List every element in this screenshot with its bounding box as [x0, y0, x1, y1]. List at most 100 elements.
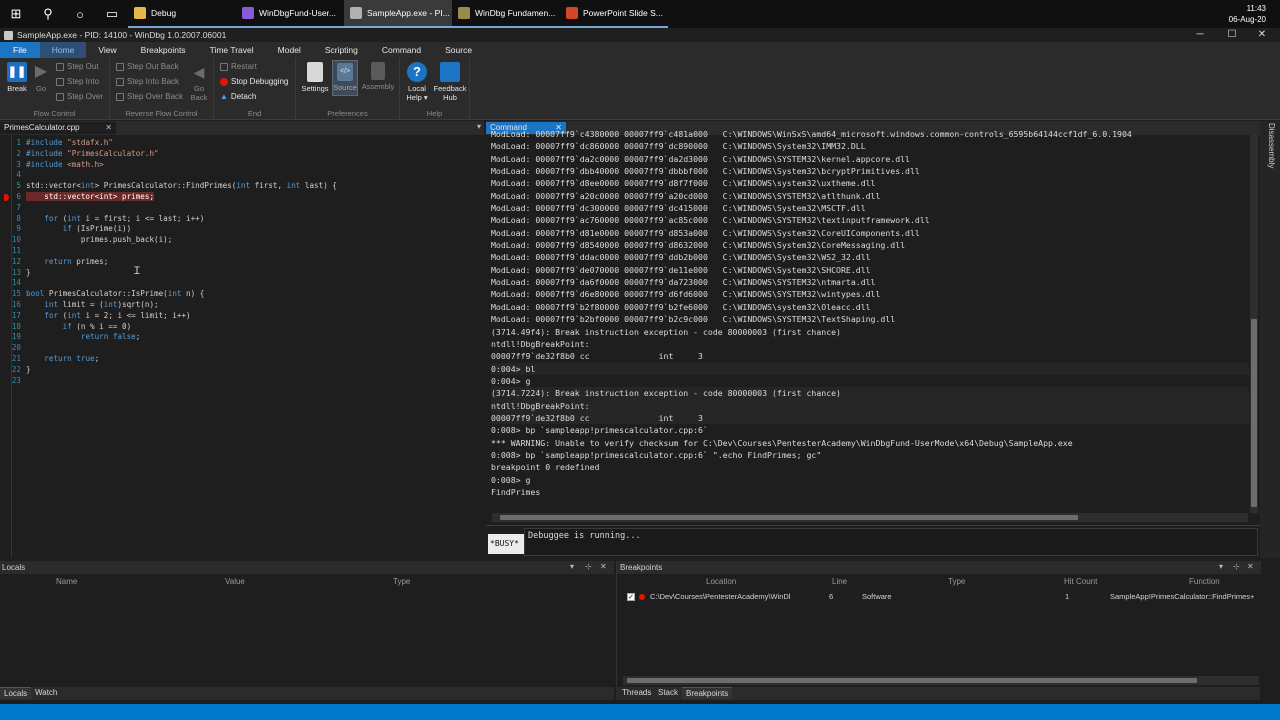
- feedback-hub-button[interactable]: Feedback Hub: [432, 62, 468, 102]
- taskbar-app-label: SampleApp.exe - PI...: [367, 8, 450, 18]
- tab-locals[interactable]: Locals: [0, 687, 32, 699]
- code-line[interactable]: 22}: [4, 365, 474, 376]
- break-button[interactable]: ❚❚ Break: [5, 62, 29, 93]
- taskbar-app-4[interactable]: PowerPoint Slide S...: [560, 0, 668, 28]
- locals-pin-icon[interactable]: ⊹: [585, 562, 592, 571]
- ribbon-tab-command[interactable]: Command: [370, 42, 433, 58]
- code-line[interactable]: 15 bool PrimesCalculator::IsPrime(int n) …: [4, 289, 474, 300]
- go-button[interactable]: ▶ Go: [31, 62, 51, 93]
- bp-col-function[interactable]: Function: [1189, 576, 1220, 588]
- tab-dropdown-icon[interactable]: ▾: [477, 122, 481, 131]
- code-line[interactable]: 8 for (int i = first; i <= last; i++): [4, 214, 474, 225]
- code-line[interactable]: 10 primes.push_back(i);: [4, 235, 474, 246]
- taskbar-app-2[interactable]: SampleApp.exe - PI...: [344, 0, 452, 28]
- code-line[interactable]: 7: [4, 203, 474, 214]
- close-tab-icon[interactable]: ✕: [105, 122, 112, 134]
- ribbon-tab-home[interactable]: Home: [39, 42, 87, 58]
- breakpoints-hscrollbar[interactable]: [623, 676, 1259, 685]
- code-line[interactable]: 5 std::vector<int> PrimesCalculator::Find…: [4, 181, 474, 192]
- breakpoint-enabled-checkbox[interactable]: ✓: [627, 593, 635, 601]
- ribbon-tab-source[interactable]: Source: [433, 42, 484, 58]
- step-out-back-button[interactable]: Step Out Back: [116, 62, 179, 71]
- command-vertical-scrollbar[interactable]: [1250, 135, 1258, 513]
- taskbar-app-3[interactable]: WinDbg Fundamen...: [452, 0, 560, 28]
- settings-button[interactable]: Settings: [300, 62, 330, 93]
- bp-col-hit-count[interactable]: Hit Count: [1064, 576, 1097, 588]
- windows-start-icon[interactable]: ⊞: [0, 0, 32, 28]
- code-line[interactable]: 2 #include "PrimesCalculator.h": [4, 149, 474, 160]
- locals-col-type[interactable]: Type: [393, 576, 410, 588]
- taskbar-app-1[interactable]: WinDbgFund-User...: [236, 0, 344, 28]
- stop-debugging-button[interactable]: Stop Debugging: [220, 77, 288, 86]
- bp-col-type[interactable]: Type: [948, 576, 965, 588]
- vscroll-thumb[interactable]: [1251, 319, 1257, 507]
- command-horizontal-scrollbar[interactable]: [492, 513, 1248, 522]
- maximize-icon[interactable]: ☐: [1218, 28, 1246, 42]
- hscroll-thumb[interactable]: [500, 515, 1078, 520]
- ribbon-tab-model[interactable]: Model: [266, 42, 313, 58]
- tab-stack[interactable]: Stack: [654, 687, 682, 699]
- breakpoint-row[interactable]: ✓ C:\Dev\Courses\PentesterAcademy\WinDbgF…: [617, 591, 1261, 603]
- tab-threads[interactable]: Threads: [618, 687, 655, 699]
- source-button[interactable]: </> Source: [332, 60, 358, 96]
- go-back-button[interactable]: ◀ Go Back: [188, 62, 210, 102]
- bp-col-line[interactable]: Line: [832, 576, 847, 588]
- ribbon-tab-view[interactable]: View: [86, 42, 128, 58]
- detach-button[interactable]: ▲ Detach: [220, 92, 256, 101]
- source-code-area[interactable]: 1 #include "stdafx.h" 2 #include "PrimesCal…: [4, 138, 474, 553]
- disassembly-side-tab[interactable]: Disassembly: [1264, 123, 1276, 183]
- assembly-button[interactable]: Assembly: [360, 62, 396, 91]
- source-file-tab[interactable]: PrimesCalculator.cpp ✕: [0, 122, 116, 134]
- tab-watch[interactable]: Watch: [31, 687, 61, 699]
- code-line[interactable]: 4: [4, 170, 474, 181]
- taskbar-clock[interactable]: 11:43 06-Aug-20: [1229, 3, 1266, 25]
- code-line[interactable]: 18 if (n % i == 0): [4, 322, 474, 333]
- code-line[interactable]: 14: [4, 278, 474, 289]
- ribbon-tab-breakpoints[interactable]: Breakpoints: [129, 42, 198, 58]
- step-out-label: Step Out: [67, 62, 99, 71]
- locals-close-icon[interactable]: ✕: [600, 562, 607, 571]
- breakpoints-close-icon[interactable]: ✕: [1247, 562, 1254, 571]
- command-output-line: ModLoad: 00007ff9`dc860000 00007ff9`dc89…: [491, 141, 866, 152]
- locals-col-value[interactable]: Value: [225, 576, 245, 588]
- taskbar-app-0[interactable]: Debug: [128, 0, 236, 28]
- code-line[interactable]: 9 if (IsPrime(i)): [4, 224, 474, 235]
- cortana-icon[interactable]: ○: [64, 0, 96, 28]
- minimize-icon[interactable]: ─: [1186, 28, 1214, 42]
- breakpoints-dropdown-icon[interactable]: ▾: [1219, 562, 1223, 571]
- restart-button[interactable]: Restart: [220, 62, 257, 71]
- code-line[interactable]: 13}: [4, 268, 474, 279]
- bp-col-location[interactable]: Location: [706, 576, 736, 588]
- code-line[interactable]: 23: [4, 376, 474, 387]
- code-line[interactable]: 12 return primes;: [4, 257, 474, 268]
- code-line[interactable]: 17 for (int i = 2; i <= limit; i++): [4, 311, 474, 322]
- task-view-icon[interactable]: ▭: [96, 0, 128, 28]
- code-line[interactable]: 20: [4, 343, 474, 354]
- step-into-button[interactable]: Step Into: [56, 77, 99, 86]
- breakpoints-pin-icon[interactable]: ⊹: [1233, 562, 1240, 571]
- command-output[interactable]: ModLoad: 00007ff9`c4380000 00007ff9`c481…: [491, 128, 1249, 512]
- locals-dropdown-icon[interactable]: ▾: [570, 562, 574, 571]
- search-icon[interactable]: ⚲: [32, 0, 64, 28]
- local-help-button[interactable]: ? Local Help ▾: [402, 62, 432, 102]
- bp-hscroll-thumb[interactable]: [627, 678, 1197, 683]
- step-out-button[interactable]: Step Out: [56, 62, 99, 71]
- ribbon-tab-scripting[interactable]: Scripting: [313, 42, 370, 58]
- step-into-back-button[interactable]: Step Into Back: [116, 77, 179, 86]
- ribbon-tab-file[interactable]: File: [0, 42, 40, 58]
- code-line[interactable]: 16 int limit = (int)sqrt(n);: [4, 300, 474, 311]
- code-line[interactable]: 3 #include <math.h>: [4, 160, 474, 171]
- code-line[interactable]: 21 return true;: [4, 354, 474, 365]
- ribbon-tab-time-travel[interactable]: Time Travel: [198, 42, 266, 58]
- code-line[interactable]: 19 return false;: [4, 332, 474, 343]
- command-output-line: 00007ff9`de32f8b0 cc int 3: [491, 351, 703, 362]
- command-input[interactable]: Debuggee is running...: [524, 528, 1258, 556]
- close-window-icon[interactable]: ✕: [1248, 28, 1276, 42]
- locals-col-name[interactable]: Name: [56, 576, 77, 588]
- tab-breakpoints[interactable]: Breakpoints: [682, 687, 733, 699]
- code-line[interactable]: 1 #include "stdafx.h": [4, 138, 474, 149]
- step-over-back-button[interactable]: Step Over Back: [116, 92, 183, 101]
- step-over-button[interactable]: Step Over: [56, 92, 103, 101]
- code-line[interactable]: 6 std::vector<int> primes;: [4, 191, 474, 203]
- code-line[interactable]: 11: [4, 246, 474, 257]
